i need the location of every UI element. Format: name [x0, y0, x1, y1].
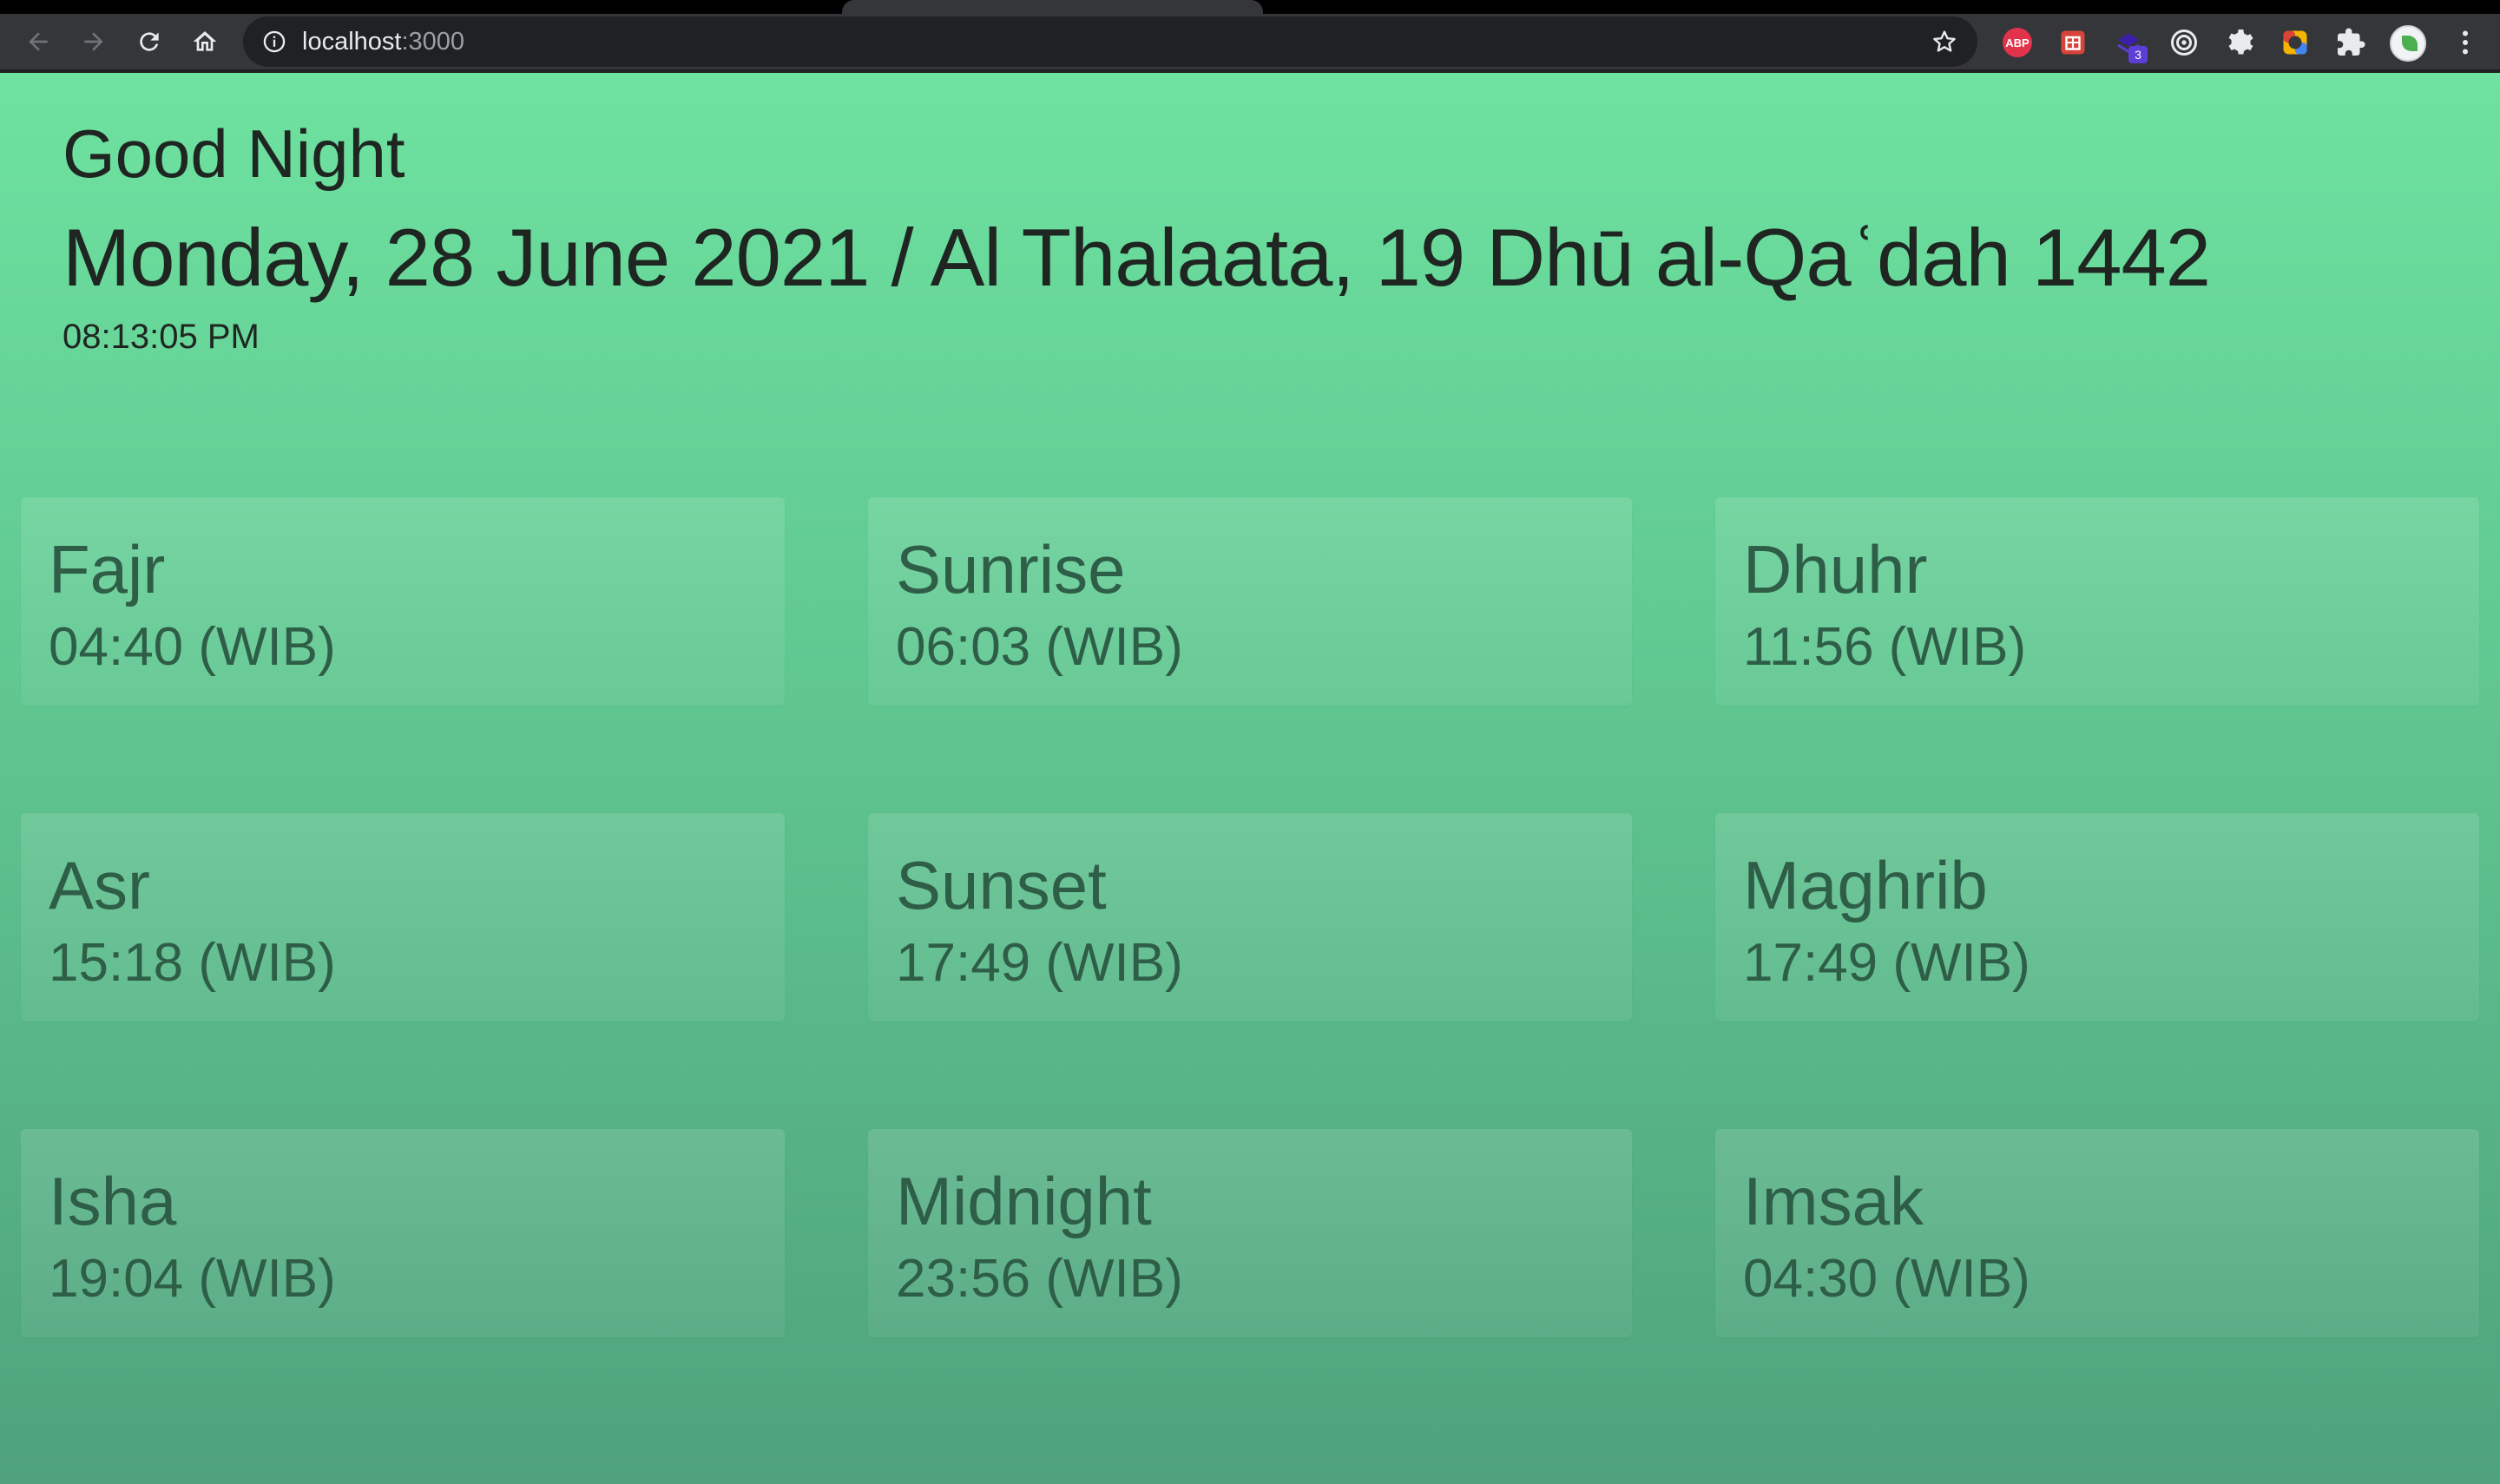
avatar: [2390, 25, 2426, 62]
page-viewport: Good Night Monday, 28 June 2021 / Al Tha…: [0, 73, 2500, 1484]
extensions-button[interactable]: [2333, 25, 2368, 60]
prayer-time: 06:03 (WIB): [896, 617, 1183, 677]
date-heading: Monday, 28 June 2021 / Al Thalaata, 19 D…: [62, 212, 2211, 303]
puzzle-icon: [2338, 28, 2365, 56]
tab-strip: [0, 0, 2500, 14]
extension-badge: 3: [2128, 46, 2148, 63]
prayer-card-sunrise: Sunrise 06:03 (WIB): [868, 497, 1632, 706]
target-icon: [2171, 30, 2197, 56]
star-icon[interactable]: [1931, 28, 1958, 56]
greeting-heading: Good Night: [62, 115, 405, 192]
address-bar[interactable]: localhost:3000: [243, 16, 1977, 67]
url-text[interactable]: localhost:3000: [302, 28, 464, 56]
extension-red[interactable]: [2056, 25, 2090, 60]
profile-button[interactable]: [2388, 23, 2428, 63]
extension-purple[interactable]: 3: [2111, 25, 2148, 63]
home-icon: [193, 31, 217, 51]
prayer-time: 15:18 (WIB): [49, 933, 336, 993]
arrow-left-icon: [29, 32, 48, 51]
prayer-time: 04:30 (WIB): [1743, 1249, 2030, 1309]
arrow-right-icon: [84, 32, 103, 51]
browser-toolbar: localhost:3000 ABP 3: [0, 14, 2500, 71]
kebab-menu-icon: [2463, 30, 2468, 55]
extension-target[interactable]: [2167, 25, 2201, 60]
url-host: localhost: [302, 28, 402, 56]
extension-color[interactable]: [2278, 25, 2312, 60]
extension-gear[interactable]: [2222, 25, 2257, 60]
prayer-card-sunset: Sunset 17:49 (WIB): [868, 813, 1632, 1021]
home-button[interactable]: [183, 20, 227, 63]
prayer-name: Sunset: [896, 847, 1107, 923]
reload-icon: [140, 32, 159, 51]
abp-icon: ABP: [2003, 28, 2032, 57]
prayer-time: 04:40 (WIB): [49, 617, 336, 677]
prayer-time: 11:56 (WIB): [1743, 617, 2027, 677]
prayer-time: 17:49 (WIB): [896, 933, 1183, 993]
prayer-name: Sunrise: [896, 531, 1126, 607]
gear-icon: [2228, 30, 2253, 55]
prayer-card-asr: Asr 15:18 (WIB): [21, 813, 785, 1021]
prayer-card-midnight: Midnight 23:56 (WIB): [868, 1129, 1632, 1337]
prayer-card-imsak: Imsak 04:30 (WIB): [1715, 1129, 2479, 1337]
adblock-extension[interactable]: ABP: [2000, 25, 2035, 60]
menu-button[interactable]: [2448, 25, 2483, 60]
gift-icon: [2061, 30, 2085, 55]
url-port: :3000: [401, 28, 465, 56]
info-icon[interactable]: [262, 30, 286, 54]
prayer-name: Isha: [49, 1163, 177, 1239]
prayer-card-fajr: Fajr 04:40 (WIB): [21, 497, 785, 706]
prayer-name: Maghrib: [1743, 847, 1988, 923]
prayer-time: 17:49 (WIB): [1743, 933, 2030, 993]
back-button[interactable]: [16, 20, 60, 63]
reload-button[interactable]: [128, 20, 171, 63]
color-ring-icon: [2283, 30, 2307, 55]
prayer-card-maghrib: Maghrib 17:49 (WIB): [1715, 813, 2479, 1021]
prayer-time: 19:04 (WIB): [49, 1249, 336, 1309]
prayer-time: 23:56 (WIB): [896, 1249, 1183, 1309]
prayer-name: Imsak: [1743, 1163, 1924, 1239]
prayer-card-dhuhr: Dhuhr 11:56 (WIB): [1715, 497, 2479, 706]
active-tab[interactable]: [842, 0, 1263, 14]
clock-time: 08:13:05 PM: [62, 318, 260, 356]
forward-button[interactable]: [72, 20, 115, 63]
prayer-name: Dhuhr: [1743, 531, 1928, 607]
prayer-times-grid: Fajr 04:40 (WIB) Sunrise 06:03 (WIB) Dhu…: [21, 497, 2479, 1408]
prayer-name: Asr: [49, 847, 150, 923]
prayer-name: Midnight: [896, 1163, 1152, 1239]
prayer-name: Fajr: [49, 531, 166, 607]
prayer-card-isha: Isha 19:04 (WIB): [21, 1129, 785, 1337]
